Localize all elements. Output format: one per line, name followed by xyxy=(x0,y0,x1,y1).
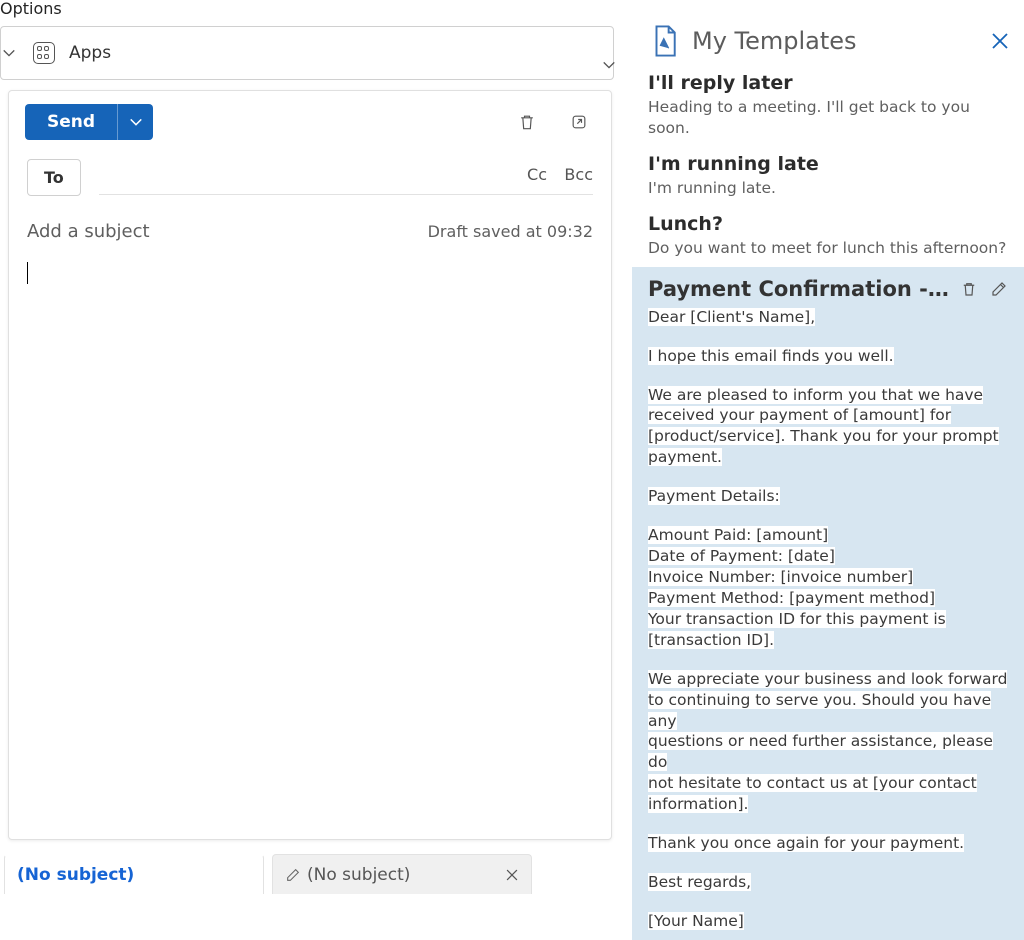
trash-icon[interactable] xyxy=(960,280,978,298)
text-caret xyxy=(27,262,28,284)
to-row: To Cc Bcc xyxy=(9,147,611,207)
ribbon: Options Apps xyxy=(0,0,620,80)
to-input[interactable]: Cc Bcc xyxy=(99,159,593,195)
template-title: Lunch? xyxy=(648,213,1008,235)
tab-label: (No subject) xyxy=(307,865,410,885)
cc-button[interactable]: Cc xyxy=(527,165,547,184)
message-body[interactable] xyxy=(9,248,611,848)
template-preview: Do you want to meet for lunch this after… xyxy=(648,238,1008,259)
trash-icon[interactable] xyxy=(517,111,537,133)
templates-icon xyxy=(650,24,680,58)
panel-title: My Templates xyxy=(692,27,990,55)
draft-tabs: (No subject) (No subject) xyxy=(4,854,532,894)
send-button[interactable]: Send xyxy=(25,104,153,140)
template-item-selected[interactable]: Payment Confirmation - Than... Dear [Cli… xyxy=(632,267,1024,940)
chevron-down-icon[interactable] xyxy=(602,58,616,72)
popout-icon[interactable] xyxy=(569,111,589,133)
template-item[interactable]: Lunch? Do you want to meet for lunch thi… xyxy=(632,207,1024,267)
tab-label: (No subject) xyxy=(17,865,134,885)
template-title: Payment Confirmation - Than... xyxy=(648,277,952,301)
chevron-down-icon[interactable] xyxy=(2,46,16,60)
my-templates-panel: My Templates I'll reply later Heading to… xyxy=(632,0,1024,894)
template-body: Dear [Client's Name], I hope this email … xyxy=(648,301,1008,932)
subject-row: Add a subject Draft saved at 09:32 xyxy=(9,207,611,248)
template-preview: Heading to a meeting. I'll get back to y… xyxy=(648,97,1008,139)
bcc-button[interactable]: Bcc xyxy=(564,165,593,184)
apps-button-row: Apps xyxy=(0,26,614,80)
template-item[interactable]: I'll reply later Heading to a meeting. I… xyxy=(632,66,1024,147)
close-icon[interactable] xyxy=(505,868,519,882)
subject-input[interactable]: Add a subject xyxy=(27,221,150,242)
template-item[interactable]: I'm running late I'm running late. xyxy=(632,147,1024,207)
close-icon[interactable] xyxy=(990,31,1010,51)
template-title: I'm running late xyxy=(648,153,1008,175)
template-title: I'll reply later xyxy=(648,72,1008,94)
template-preview: I'm running late. xyxy=(648,178,1008,199)
to-button[interactable]: To xyxy=(27,159,81,196)
pencil-icon xyxy=(285,867,301,883)
draft-tab[interactable]: (No subject) xyxy=(272,854,532,894)
edit-icon[interactable] xyxy=(990,280,1008,298)
apps-icon xyxy=(33,42,55,64)
ribbon-tab-options[interactable]: Options xyxy=(0,0,62,18)
compose-toolbar: Send xyxy=(9,91,611,147)
draft-tab-active[interactable]: (No subject) xyxy=(4,854,264,894)
compose-pane: Send To Cc Bcc Add a subject Draft saved… xyxy=(8,90,612,840)
send-dropdown[interactable] xyxy=(117,104,153,140)
send-button-label[interactable]: Send xyxy=(25,104,117,140)
apps-label[interactable]: Apps xyxy=(69,43,111,63)
draft-status: Draft saved at 09:32 xyxy=(428,222,593,241)
